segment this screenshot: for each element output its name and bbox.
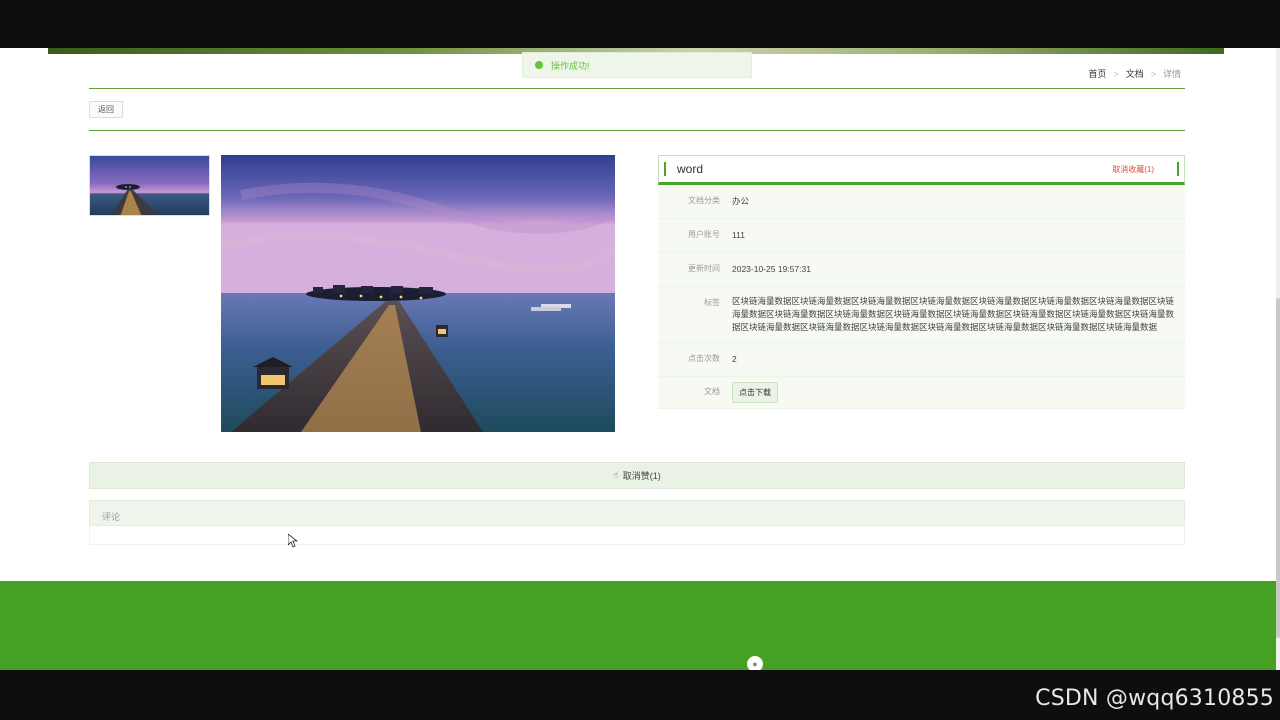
detail-row-category: 文档分类 办公 <box>658 185 1185 219</box>
row-value: 2023-10-25 19:57:31 <box>732 264 811 274</box>
footer <box>0 581 1276 670</box>
download-button[interactable]: 点击下载 <box>732 382 778 403</box>
row-value: 111 <box>732 230 745 240</box>
scrollbar[interactable] <box>1276 48 1280 670</box>
image-thumbnail[interactable] <box>89 155 210 216</box>
screen: 操作成功! 首页 > 文档 > 详情 返回 word 取消收藏(1) 文档分类 … <box>0 0 1280 720</box>
row-value: 区块链海量数据区块链海量数据区块链海量数据区块链海量数据区块链海量数据区块链海量… <box>732 296 1175 332</box>
detail-title: word <box>677 162 704 176</box>
unlike-label: 取消赞(1) <box>622 471 661 481</box>
header-accent <box>1177 162 1179 176</box>
cancel-favorite-link[interactable]: 取消收藏(1) <box>1112 164 1154 175</box>
detail-row-tags: 标签 区块链海量数据区块链海量数据区块链海量数据区块链海量数据区块链海量数据区块… <box>658 287 1185 343</box>
divider <box>89 130 1185 131</box>
success-toast: 操作成功! <box>522 52 752 78</box>
detail-header: word 取消收藏(1) <box>658 155 1185 185</box>
row-label: 更新时间 <box>688 264 720 273</box>
row-label: 点击次数 <box>688 354 720 363</box>
row-value: 点击下载 <box>726 377 1185 408</box>
success-icon <box>535 61 543 69</box>
row-label: 标签 <box>704 298 720 307</box>
main-image <box>221 155 615 432</box>
scrollbar-thumb[interactable] <box>1276 298 1280 638</box>
detail-row-account: 用户账号 111 <box>658 219 1185 253</box>
detail-row-document: 文档 点击下载 <box>658 377 1185 409</box>
divider <box>89 88 1185 89</box>
detail-row-clicks: 点击次数 2 <box>658 343 1185 377</box>
watermark: CSDN @wqq6310855 <box>1035 686 1274 711</box>
breadcrumb-section[interactable]: 文档 <box>1126 67 1144 80</box>
breadcrumb-home[interactable]: 首页 <box>1088 67 1106 80</box>
breadcrumb-current: 详情 <box>1162 69 1181 79</box>
detail-row-updated: 更新时间 2023-10-25 19:57:31 <box>658 253 1185 287</box>
page: 操作成功! 首页 > 文档 > 详情 返回 word 取消收藏(1) 文档分类 … <box>0 48 1276 670</box>
row-label: 文档 <box>704 387 720 396</box>
lock-icon[interactable]: ● <box>747 656 763 670</box>
mouse-cursor-icon <box>288 534 298 548</box>
row-value: 办公 <box>732 196 750 206</box>
toast-message: 操作成功! <box>551 60 590 71</box>
thumb-up-icon: ☝ <box>613 470 619 480</box>
breadcrumb-separator: > <box>1150 68 1156 79</box>
comments-body <box>89 526 1185 545</box>
breadcrumb: 首页 > 文档 > 详情 <box>1088 67 1181 80</box>
row-label: 用户账号 <box>688 230 720 239</box>
unlike-button[interactable]: ☝ 取消赞(1) <box>89 462 1185 489</box>
top-letterbox <box>0 0 1280 48</box>
detail-panel: word 取消收藏(1) 文档分类 办公 用户账号 111 更新时间 2023-… <box>658 155 1185 409</box>
row-label: 文档分类 <box>688 196 720 205</box>
row-value: 2 <box>732 354 737 364</box>
back-button[interactable]: 返回 <box>89 101 123 118</box>
header-accent <box>664 162 666 176</box>
comments-header: 评论 <box>89 500 1185 526</box>
breadcrumb-separator: > <box>1113 68 1119 79</box>
